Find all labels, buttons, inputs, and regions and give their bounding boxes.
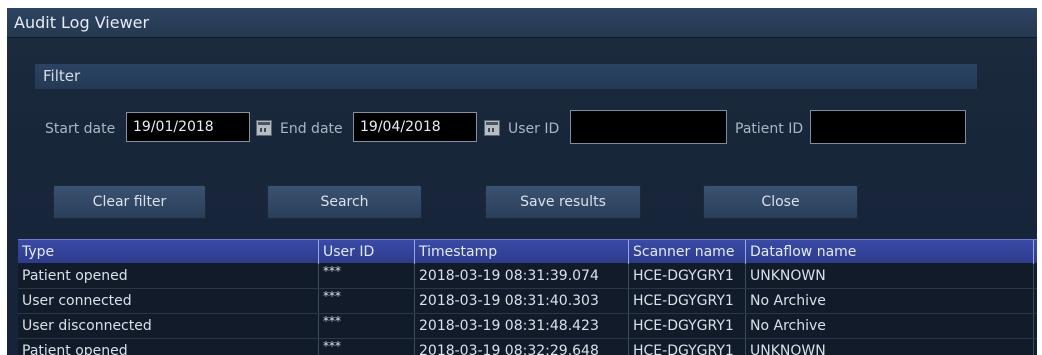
cell-timestamp: 2018-03-19 08:31:40.303 (415, 289, 629, 313)
table-row[interactable]: Patient opened *** 2018-03-19 08:32:29.6… (18, 339, 1037, 355)
cell-dataflow-name: UNKNOWN (746, 264, 1034, 288)
column-header-timestamp[interactable]: Timestamp (415, 240, 629, 264)
calendar-icon[interactable] (256, 120, 272, 136)
user-id-input[interactable] (570, 110, 727, 144)
cell-timestamp: 2018-03-19 08:32:29.648 (415, 339, 629, 355)
cell-dataflow-name: UNKNOWN (746, 339, 1034, 355)
start-date-input[interactable]: 19/01/2018 (126, 112, 250, 142)
patient-id-input[interactable] (810, 110, 966, 144)
audit-log-table: Type User ID Timestamp Scanner name Data… (18, 239, 1037, 355)
calendar-icon[interactable] (484, 120, 500, 136)
cell-scanner-name: HCE-DGYGRY1 (629, 264, 746, 288)
cell-user-id: *** (319, 339, 415, 355)
search-button[interactable]: Search (267, 185, 422, 219)
cell-scanner-name: HCE-DGYGRY1 (629, 314, 746, 338)
end-date-input[interactable]: 19/04/2018 (353, 112, 477, 142)
cell-user-id: *** (319, 264, 415, 288)
cell-type: Patient opened (18, 339, 319, 355)
cell-scanner-name: HCE-DGYGRY1 (629, 339, 746, 355)
table-row[interactable]: Patient opened *** 2018-03-19 08:31:39.0… (18, 264, 1037, 289)
cell-timestamp: 2018-03-19 08:31:39.074 (415, 264, 629, 288)
table-header-row: Type User ID Timestamp Scanner name Data… (18, 239, 1037, 264)
table-row[interactable]: User disconnected *** 2018-03-19 08:31:4… (18, 314, 1037, 339)
patient-id-label: Patient ID (735, 121, 804, 137)
column-header-scanner-name[interactable]: Scanner name (629, 240, 746, 264)
cell-user-id: *** (319, 314, 415, 338)
cell-type: User disconnected (18, 314, 319, 338)
table-row[interactable]: User connected *** 2018-03-19 08:31:40.3… (18, 289, 1037, 314)
cell-dataflow-name: No Archive (746, 314, 1034, 338)
user-id-label: User ID (508, 121, 560, 137)
cell-type: Patient opened (18, 264, 319, 288)
audit-log-viewer-window: Audit Log Viewer Filter Start date 19/01… (7, 8, 1037, 355)
column-header-type[interactable]: Type (18, 240, 319, 264)
column-header-dataflow-name[interactable]: Dataflow name (746, 240, 1034, 264)
cell-timestamp: 2018-03-19 08:31:48.423 (415, 314, 629, 338)
cell-dataflow-name: No Archive (746, 289, 1034, 313)
end-date-label: End date (280, 121, 343, 137)
window-title: Audit Log Viewer (7, 8, 1037, 38)
save-results-button[interactable]: Save results (485, 185, 641, 219)
clear-filter-button[interactable]: Clear filter (53, 185, 206, 219)
start-date-label: Start date (45, 121, 116, 137)
cell-type: User connected (18, 289, 319, 313)
filter-section-header: Filter (35, 64, 977, 89)
cell-user-id: *** (319, 289, 415, 313)
column-header-user-id[interactable]: User ID (319, 240, 415, 264)
cell-scanner-name: HCE-DGYGRY1 (629, 289, 746, 313)
close-button[interactable]: Close (703, 185, 858, 219)
